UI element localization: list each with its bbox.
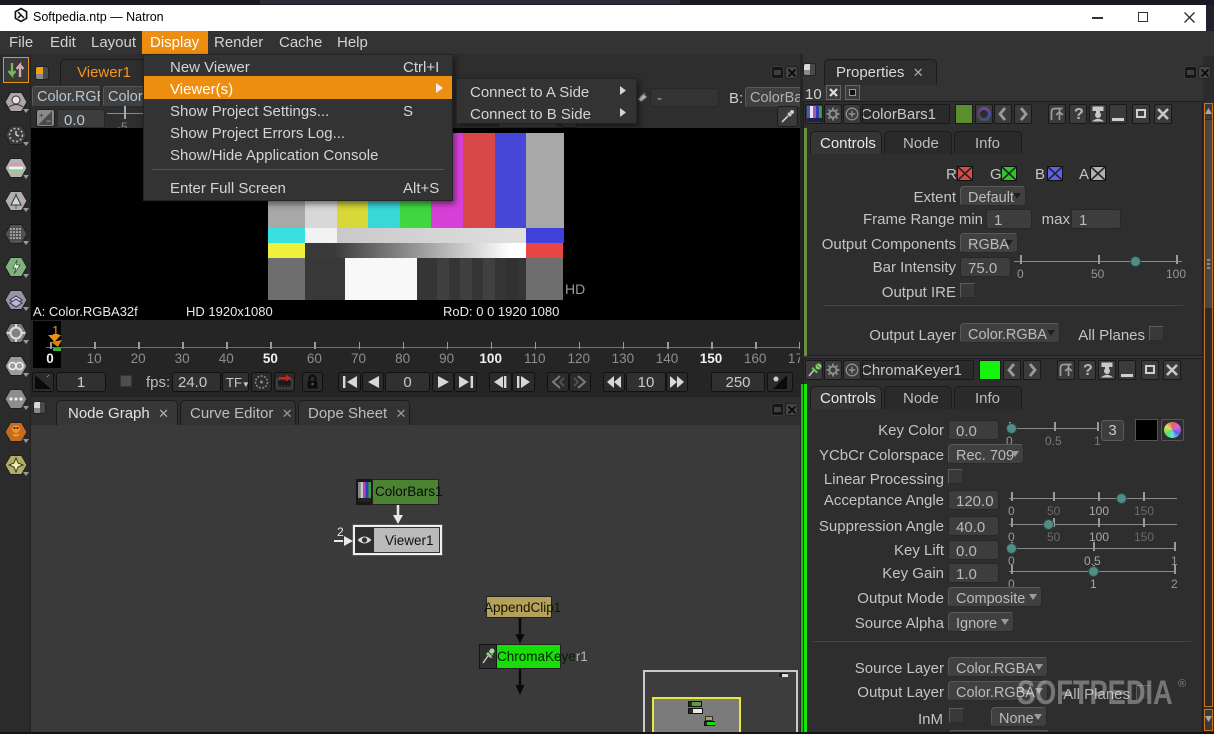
svg-text:+: +	[39, 111, 44, 120]
svg-text:−: −	[46, 116, 51, 126]
